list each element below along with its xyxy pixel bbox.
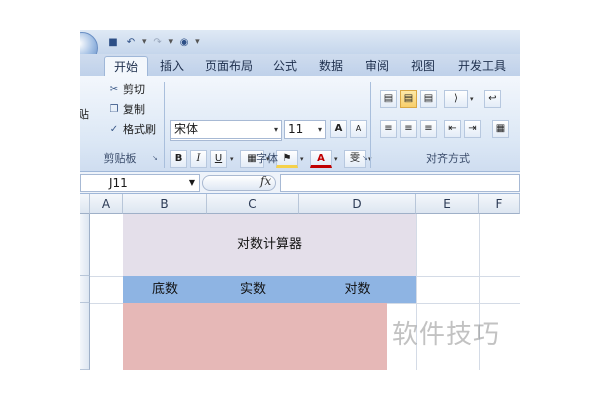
column-header-c[interactable]: C [207,194,299,214]
font-size-box[interactable]: 11 ▾ [284,120,326,139]
tab-insert[interactable]: 插入 [152,56,192,76]
column-header-a[interactable]: A [90,194,123,214]
redo-icon[interactable]: ↷ [151,35,165,49]
header-cell-log[interactable]: 对数 [299,276,416,303]
fill-color-button[interactable]: ⚑ [276,150,298,168]
header-row: 底数 实数 对数 [123,276,416,303]
calculator-title-cell[interactable]: 对数计算器 [123,214,416,276]
save-icon[interactable]: ■ [106,35,120,49]
tab-formulas[interactable]: 公式 [266,56,304,76]
border-grid-icon: ▦ [247,153,257,164]
row-header[interactable] [80,214,90,276]
camera-icon[interactable]: ◉ [177,35,191,49]
tab-page-layout[interactable]: 页面布局 [198,56,260,76]
underline-dropdown-icon[interactable]: ▾ [230,155,234,163]
shrink-font-button[interactable]: A [350,120,367,138]
shrink-font-icon: A [355,124,362,133]
insert-function-icon[interactable]: fx [260,174,271,188]
row-header[interactable] [80,303,90,370]
formula-bar-bg: J11 ▼ fx [80,172,520,194]
undo-icon[interactable]: ↶ [124,35,138,49]
ribbon-tabs: 开始 插入 页面布局 公式 数据 审阅 视图 开发工具 [80,54,520,76]
column-header-f[interactable]: F [479,194,520,214]
grow-font-button[interactable]: A [330,120,347,138]
tab-home[interactable]: 开始 [104,56,148,76]
grow-font-icon: A [334,123,343,134]
font-size-value: 11 [288,122,304,136]
input-row-cells[interactable] [123,303,387,370]
font-color-dropdown-icon[interactable]: ▾ [334,155,338,163]
tab-data[interactable]: 数据 [312,56,350,76]
fill-color-dropdown-icon[interactable]: ▾ [300,155,304,163]
header-cell-base[interactable]: 底数 [123,276,207,303]
phonetic-guide-button[interactable]: 雯 [344,150,366,168]
row-header[interactable] [80,276,90,303]
quick-access-toolbar: ■ ↶ ▾ ↷ ▾ ◉ ▾ [106,34,200,50]
borders-dropdown-icon[interactable]: ▾ [266,155,270,163]
undo-dropdown-icon[interactable]: ▾ [142,37,147,47]
name-box-value: J11 [109,176,128,190]
tab-review[interactable]: 审阅 [358,56,396,76]
font-family-dropdown-icon[interactable]: ▾ [274,121,278,138]
name-box-dropdown-icon[interactable]: ▼ [189,175,195,191]
formula-input[interactable] [280,174,520,192]
title-bar: ■ ↶ ▾ ↷ ▾ ◉ ▾ [80,30,520,64]
formula-bar: J11 ▼ fx [80,172,520,194]
qat-customize-icon[interactable]: ▾ [195,37,200,47]
column-header-b[interactable]: B [123,194,207,214]
select-all-corner[interactable] [80,194,90,214]
tab-view[interactable]: 视图 [404,56,442,76]
font-family-value: 宋体 [174,122,199,136]
font-color-button[interactable]: A [310,150,332,168]
column-header-e[interactable]: E [416,194,479,214]
italic-button[interactable]: I [190,150,207,168]
bold-button[interactable]: B [170,150,187,168]
name-box[interactable]: J11 ▼ [80,174,200,192]
font-family-box[interactable]: 宋体 ▾ [170,120,282,139]
redo-dropdown-icon[interactable]: ▾ [169,37,174,47]
underline-button[interactable]: U [210,150,227,168]
borders-button[interactable]: ▦ [240,150,264,168]
watermark: 软件技巧 [392,320,501,350]
font-size-dropdown-icon[interactable]: ▾ [318,121,322,138]
paint-bucket-icon: ⚑ [282,153,292,164]
phonetic-dropdown-icon[interactable]: ▾ [368,155,372,163]
column-header-d[interactable]: D [299,194,416,214]
header-cell-real[interactable]: 实数 [207,276,299,303]
tab-developer[interactable]: 开发工具 [452,56,512,76]
